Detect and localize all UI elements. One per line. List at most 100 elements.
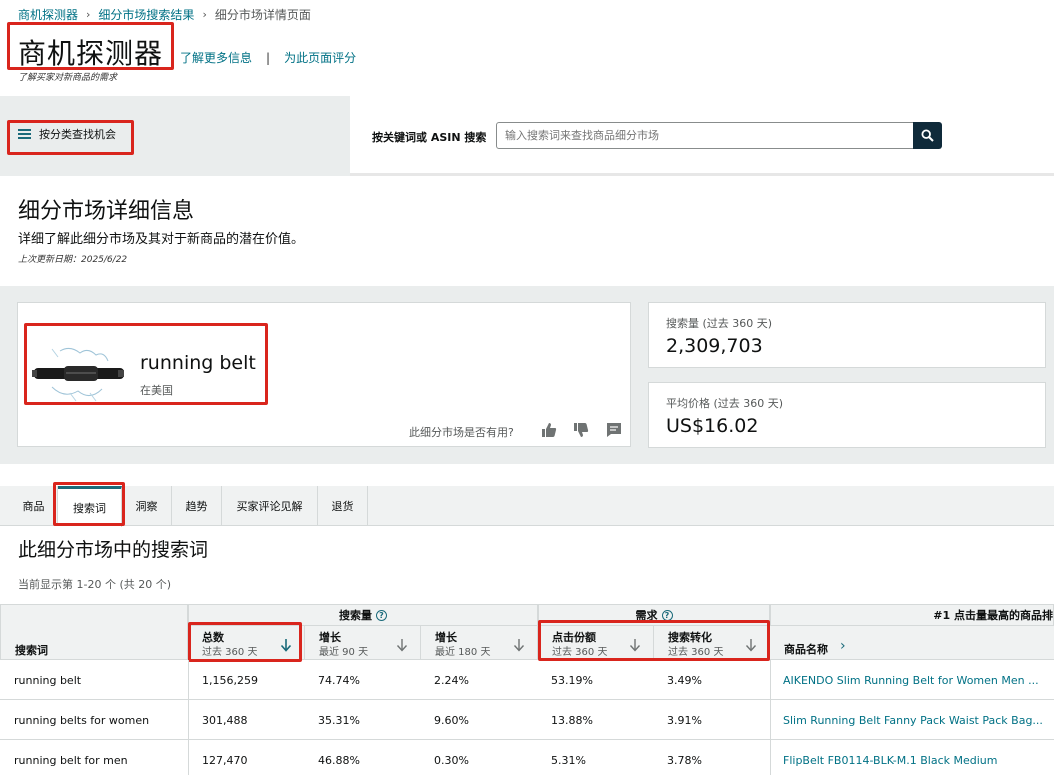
sort-arrow-down-icon[interactable] [745, 638, 757, 652]
breadcrumb-link-explorer[interactable]: 商机探测器 [18, 6, 78, 23]
header-click-share[interactable]: 点击份额 过去 360 天 [538, 626, 654, 660]
product-image [32, 347, 124, 402]
search-button[interactable] [913, 122, 942, 149]
info-icon[interactable]: ? [661, 609, 673, 621]
cell-growth-180: 2.24% [434, 674, 469, 687]
search-terms-table: 搜索词 搜索量 ? 需求 ? #1 点击量最高的商品排 总数 过去 360 天 … [0, 604, 1054, 775]
header-period: 最近 90 天 [319, 647, 369, 658]
menu-icon [18, 129, 31, 139]
cell-click-share: 5.31% [551, 754, 586, 767]
header-growth-180[interactable]: 增长 最近 180 天 [421, 626, 538, 660]
breadcrumb-link-results[interactable]: 细分市场搜索结果 [98, 6, 194, 23]
header-total[interactable]: 总数 过去 360 天 [188, 626, 305, 660]
product-locale: 在美国 [140, 384, 173, 397]
header-product-name[interactable]: 商品名称 › [770, 626, 1054, 660]
stat-label: 平均价格 (过去 360 天) [666, 397, 784, 410]
group-header-label: 需求 [635, 609, 658, 622]
tab-search-terms[interactable]: 搜索词 [58, 486, 122, 527]
column-divider [770, 660, 771, 775]
rate-page-link[interactable]: 为此页面评分 [284, 49, 356, 66]
info-icon[interactable]: ? [376, 609, 387, 621]
search-input[interactable] [496, 122, 914, 149]
sort-arrow-down-icon[interactable] [280, 638, 292, 652]
stat-label: 搜索量 (过去 360 天) [666, 317, 773, 330]
header-search-conversion[interactable]: 搜索转化 过去 360 天 [654, 626, 770, 660]
chevron-right-icon: › [202, 8, 207, 21]
chevron-right-icon: › [86, 8, 91, 21]
niche-title: 细分市场详细信息 [18, 199, 195, 224]
header-period: 过去 360 天 [668, 647, 724, 658]
link-divider: | [266, 50, 271, 65]
thumbs-down-icon[interactable] [572, 421, 590, 439]
cell-total: 301,488 [202, 714, 248, 727]
cell-click-share: 53.19% [551, 674, 593, 687]
search-volume-card: 搜索量 (过去 360 天) 2,309,703 [648, 302, 1046, 368]
cell-term: running belt [14, 674, 82, 687]
cell-conversion: 3.78% [667, 754, 702, 767]
cell-growth-90: 46.88% [318, 754, 360, 767]
cell-product-link[interactable]: Slim Running Belt Fanny Pack Waist Pack … [783, 714, 1043, 727]
group-header-top-product: #1 点击量最高的商品排 [770, 604, 1054, 626]
header-period: 过去 360 天 [202, 647, 258, 658]
tab-trends[interactable]: 趋势 [172, 486, 222, 526]
product-name: running belt [140, 352, 256, 374]
cell-product-link[interactable]: FlipBelt FB0114-BLK-M.1 Black Medium [783, 754, 997, 767]
sort-arrow-down-icon[interactable] [396, 638, 408, 652]
header-links: 了解更多信息 | 为此页面评分 [180, 49, 356, 66]
comment-icon[interactable] [605, 421, 623, 439]
cell-click-share: 13.88% [551, 714, 593, 727]
header-growth-90[interactable]: 增长 最近 90 天 [305, 626, 421, 660]
section-title: 此细分市场中的搜索词 [18, 539, 209, 561]
tab-insights[interactable]: 洞察 [122, 486, 172, 526]
header-label: 商品名称 [784, 643, 828, 656]
group-header-label: #1 点击量最高的商品排 [933, 609, 1053, 622]
last-updated: 上次更新日期：2025/6/22 [18, 255, 128, 265]
header-period: 过去 360 天 [552, 647, 608, 658]
cell-product-link[interactable]: AIKENDO Slim Running Belt for Women Men … [783, 674, 1039, 687]
tab-review-insights[interactable]: 买家评论见解 [222, 486, 318, 526]
cell-growth-180: 0.30% [434, 754, 469, 767]
cell-conversion: 3.49% [667, 674, 702, 687]
chevron-right-icon[interactable]: › [840, 638, 846, 654]
search-icon [921, 129, 934, 142]
column-divider [188, 660, 189, 775]
page-subtitle: 了解买家对新商品的需求 [18, 73, 118, 83]
niche-description: 详细了解此细分市场及其对于新商品的潜在价值。 [18, 232, 305, 247]
cell-term: running belts for women [14, 714, 150, 727]
search-band: 按分类查找机会 按关键词或 ASIN 搜索 [0, 96, 1054, 176]
results-count: 当前显示第 1-20 个 (共 20 个) [18, 578, 172, 591]
cell-growth-90: 35.31% [318, 714, 360, 727]
sort-arrow-down-icon[interactable] [629, 638, 641, 652]
table-row[interactable]: running belts for women 301,488 35.31% 9… [0, 700, 1054, 740]
table-row[interactable]: running belt for men 127,470 46.88% 0.30… [0, 740, 1054, 775]
useful-question: 此细分市场是否有用? [409, 426, 514, 439]
breadcrumb-current: 细分市场详情页面 [214, 8, 311, 22]
cell-conversion: 3.91% [667, 714, 702, 727]
breadcrumb: 商机探测器 › 细分市场搜索结果 › 细分市场详情页面 [18, 6, 311, 23]
group-header-search-volume: 搜索量 ? [188, 604, 538, 626]
header-label: 搜索词 [15, 644, 48, 657]
category-button[interactable]: 按分类查找机会 [18, 126, 116, 142]
avg-price-card: 平均价格 (过去 360 天) US$16.02 [648, 382, 1046, 448]
page-title: 商机探测器 [18, 37, 164, 70]
table-row[interactable]: running belt 1,156,259 74.74% 2.24% 53.1… [0, 660, 1054, 700]
cell-growth-180: 9.60% [434, 714, 469, 727]
tab-returns[interactable]: 退货 [318, 486, 368, 526]
cell-growth-90: 74.74% [318, 674, 360, 687]
tab-bar: 商品 搜索词 洞察 趋势 买家评论见解 退货 [0, 486, 1054, 527]
cell-term: running belt for men [14, 754, 128, 767]
stat-value: US$16.02 [666, 415, 759, 437]
search-label: 按关键词或 ASIN 搜索 [372, 131, 487, 144]
stat-value: 2,309,703 [666, 335, 763, 357]
category-button-label: 按分类查找机会 [39, 128, 116, 141]
cell-total: 127,470 [202, 754, 248, 767]
sort-arrow-down-icon[interactable] [513, 638, 525, 652]
header-search-term[interactable]: 搜索词 [0, 604, 188, 660]
learn-more-link[interactable]: 了解更多信息 [180, 49, 252, 66]
group-header-demand: 需求 ? [538, 604, 770, 626]
thumbs-up-icon[interactable] [540, 421, 558, 439]
cell-total: 1,156,259 [202, 674, 258, 687]
tab-products[interactable]: 商品 [10, 486, 58, 526]
group-header-label: 搜索量 [339, 609, 372, 622]
header-period: 最近 180 天 [435, 647, 491, 658]
